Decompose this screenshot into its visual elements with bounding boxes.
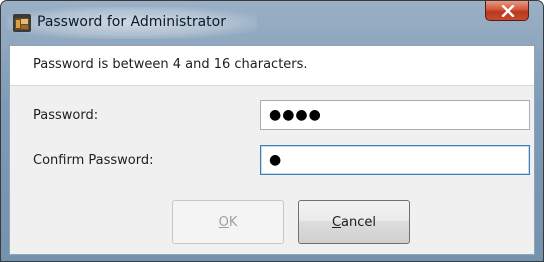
dialog-window: Password for Administrator Password is b… <box>0 0 544 262</box>
dialog-body: Password is between 4 and 16 characters.… <box>9 45 535 255</box>
confirm-password-label: Confirm Password: <box>33 153 154 168</box>
info-message: Password is between 4 and 16 characters. <box>33 57 308 72</box>
ok-label-rest: K <box>228 214 238 230</box>
password-label: Password: <box>33 108 99 123</box>
form-area: Password: ●●●● Confirm Password: ● OK Ca… <box>10 86 534 254</box>
password-field[interactable]: ●●●● <box>260 100 530 130</box>
cancel-label-rest: ancel <box>341 214 377 230</box>
confirm-password-value: ● <box>269 152 283 168</box>
window-title: Password for Administrator <box>37 14 226 30</box>
cancel-button[interactable]: Cancel <box>298 200 410 244</box>
ok-button[interactable]: OK <box>172 200 284 244</box>
confirm-password-field[interactable]: ● <box>260 145 530 175</box>
close-button[interactable] <box>485 1 529 21</box>
title-bar[interactable]: Password for Administrator <box>1 1 543 45</box>
ok-mnemonic: O <box>218 214 229 230</box>
close-icon <box>501 5 515 17</box>
info-panel: Password is between 4 and 16 characters. <box>10 46 534 86</box>
cancel-mnemonic: C <box>331 214 342 230</box>
app-icon[interactable] <box>12 13 32 33</box>
password-value: ●●●● <box>269 107 322 123</box>
